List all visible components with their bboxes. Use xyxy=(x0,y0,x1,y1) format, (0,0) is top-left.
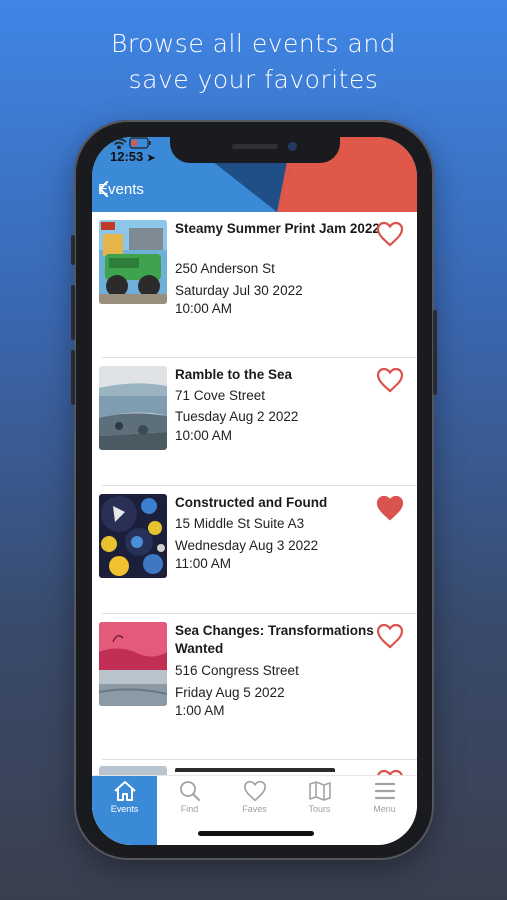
event-list: Steamy Summer Print Jam 2022 250 Anderso… xyxy=(92,212,417,775)
event-date: Tuesday Aug 2 2022 xyxy=(175,409,299,424)
event-thumbnail xyxy=(99,366,167,450)
home-icon xyxy=(114,781,136,801)
event-time: 1:00 AM xyxy=(175,703,225,718)
event-date: Wednesday Aug 3 2022 xyxy=(175,538,319,553)
event-title-partial xyxy=(175,768,335,775)
chevron-left-icon xyxy=(98,181,109,197)
phone-screen: 12:53 ➤ Events Steamy Summer Print Jam 2… xyxy=(92,137,417,845)
headline-line-2: save your favorites xyxy=(128,65,379,94)
heart-icon xyxy=(243,780,267,802)
event-title: Constructed and Found xyxy=(175,495,328,510)
speaker xyxy=(232,144,278,149)
event-time: 10:00 AM xyxy=(175,428,233,443)
event-title: Sea Changes: Transformations Wanted xyxy=(175,623,374,656)
back-button[interactable]: Events xyxy=(98,181,144,198)
phone-side-button xyxy=(433,310,437,395)
event-row[interactable]: Sea Changes: Transformations Wanted 516 … xyxy=(92,614,417,760)
status-icons xyxy=(92,137,151,149)
event-thumbnail xyxy=(99,766,167,775)
event-title: Ramble to the Sea xyxy=(175,367,293,382)
phone-side-button xyxy=(71,235,75,265)
event-address: 516 Congress Street xyxy=(175,663,299,678)
heart-filled-icon[interactable] xyxy=(376,495,404,521)
tab-menu[interactable]: Menu xyxy=(352,776,417,845)
map-icon xyxy=(309,781,331,801)
tab-label: Find xyxy=(180,804,199,814)
heart-outline-icon[interactable] xyxy=(376,221,404,247)
event-time: 11:00 AM xyxy=(175,556,232,571)
phone-side-button xyxy=(71,285,75,340)
tab-label: Tours xyxy=(308,804,331,814)
event-date: Saturday Jul 30 2022 xyxy=(175,283,303,298)
battery-icon xyxy=(129,137,151,149)
event-thumbnail xyxy=(99,494,167,578)
event-thumbnail xyxy=(99,220,167,304)
event-address: 250 Anderson St xyxy=(175,261,275,276)
event-address: 71 Cove Street xyxy=(175,388,266,403)
phone-side-button xyxy=(71,350,75,405)
event-time: 10:00 AM xyxy=(175,301,233,316)
tab-label: Events xyxy=(110,804,139,814)
heart-outline-icon[interactable] xyxy=(376,367,404,393)
search-icon xyxy=(180,781,200,801)
headline: Browse all events and save your favorite… xyxy=(0,26,507,98)
tab-events[interactable]: Events xyxy=(92,776,157,845)
event-row-partial[interactable] xyxy=(92,760,417,775)
event-date: Friday Aug 5 2022 xyxy=(175,685,285,700)
event-row[interactable]: Constructed and Found 15 Middle St Suite… xyxy=(92,486,417,614)
notch xyxy=(170,137,340,163)
location-arrow-icon: ➤ xyxy=(146,153,156,164)
tab-label: Faves xyxy=(242,804,267,814)
headline-line-1: Browse all events and xyxy=(110,29,397,58)
event-row[interactable]: Ramble to the Sea 71 Cove Street Tuesday… xyxy=(92,358,417,486)
event-thumbnail xyxy=(99,622,167,706)
status-time-text: 12:53 xyxy=(110,149,144,164)
menu-icon xyxy=(374,782,396,800)
event-row[interactable]: Steamy Summer Print Jam 2022 250 Anderso… xyxy=(92,212,417,358)
signal-icon xyxy=(92,137,107,149)
heart-outline-icon[interactable] xyxy=(376,623,404,649)
event-address: 15 Middle St Suite A3 xyxy=(175,516,305,531)
wifi-icon xyxy=(111,138,127,149)
app-header: 12:53 ➤ Events xyxy=(92,137,417,212)
front-camera xyxy=(288,142,297,151)
home-indicator xyxy=(198,831,314,836)
tab-label: Menu xyxy=(373,804,396,814)
event-title: Steamy Summer Print Jam 2022 xyxy=(175,221,380,236)
status-time: 12:53 ➤ xyxy=(110,149,155,164)
